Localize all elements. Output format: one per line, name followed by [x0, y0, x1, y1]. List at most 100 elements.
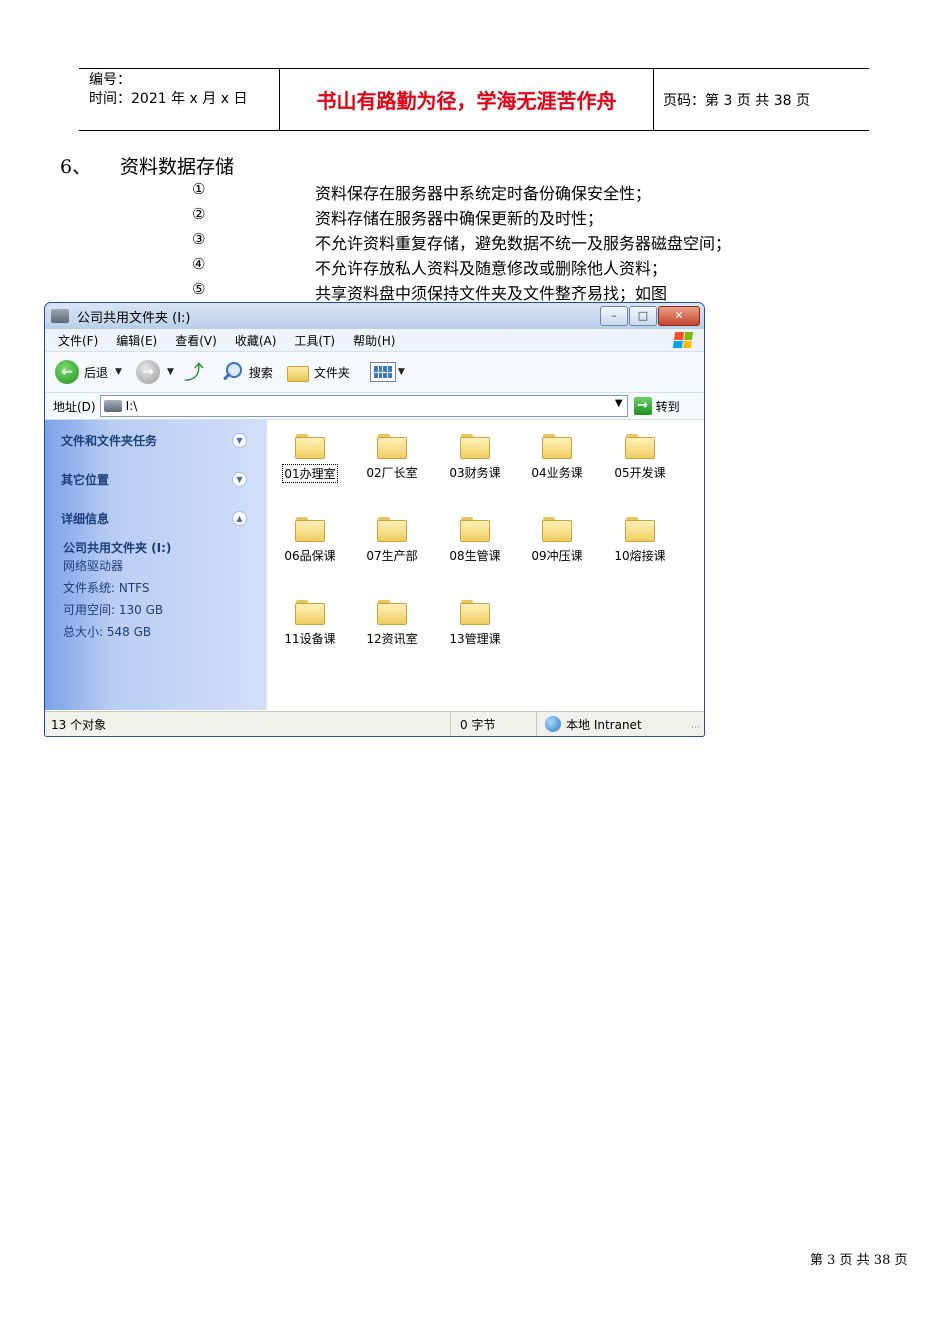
task-pane: 文件和文件夹任务 ▼ 其它位置 ▼ 详细信息 ▲ 公司共用文件夹 (I:) 网络… [45, 420, 267, 710]
folder-icon [542, 432, 572, 459]
folder-icon [377, 515, 407, 542]
list-text: 不允许资料重复存储，避免数据不统一及服务器磁盘空间； [315, 234, 732, 253]
folder-label: 06品保课 [284, 549, 336, 563]
folder-item[interactable]: 04业务课 [519, 422, 595, 496]
folder-item[interactable]: 01办理室 [272, 422, 348, 496]
chevron-down-icon[interactable]: ▼ [115, 367, 122, 377]
section-title: 资料数据存储 [120, 156, 235, 178]
forward-button[interactable]: → ▼ [135, 360, 174, 384]
folder-item[interactable]: 08生管课 [437, 505, 513, 579]
details-free-space: 可用空间: 130 GB [63, 603, 164, 617]
address-input[interactable]: I:\ ▼ [99, 395, 628, 417]
up-arrow-icon: ⤴ [183, 360, 204, 384]
chevron-down-icon[interactable]: ▼ [232, 433, 247, 448]
forward-arrow-icon: → [135, 360, 160, 384]
folder-item[interactable]: 06品保课 [272, 505, 348, 579]
list-text: 不允许存放私人资料及随意修改或删除他人资料； [315, 259, 668, 278]
window-titlebar[interactable]: 公司共用文件夹 (I:) – □ ✕ [45, 303, 704, 329]
folder-item[interactable]: 03财务课 [437, 422, 513, 496]
folders-icon [285, 362, 309, 382]
details-filesystem: 文件系统: NTFS [63, 581, 150, 595]
globe-icon [545, 716, 561, 732]
status-size: 0 字节 [451, 712, 537, 736]
chevron-down-icon[interactable]: ▼ [615, 398, 623, 409]
address-value: I:\ [125, 399, 138, 413]
chevron-up-icon[interactable]: ▲ [232, 511, 247, 526]
chevron-down-icon[interactable]: ▼ [398, 367, 405, 377]
folder-icon [460, 598, 490, 625]
list-marker: ④ [192, 255, 206, 273]
rule-list: ① 资料保存在服务器中系统定时备份确保安全性； ② 资料存储在服务器中确保更新的及时… [0, 178, 950, 303]
close-button[interactable]: ✕ [658, 306, 700, 326]
folders-button[interactable]: 文件夹 [285, 362, 350, 382]
list-marker: ⑤ [192, 280, 206, 298]
chevron-down-icon[interactable]: ▼ [232, 472, 247, 487]
folder-item[interactable]: 05开发课 [602, 422, 678, 496]
status-zone: 本地 Intranet [537, 712, 642, 736]
header-page-code: 页码：第 3 页 共 38 页 [663, 92, 810, 109]
folder-icon [625, 515, 655, 542]
list-text: 共享资料盘中须保持文件夹及文件整齐易找；如图 [315, 284, 668, 303]
menu-help[interactable]: 帮助(H) [353, 332, 395, 349]
list-item: ① 资料保存在服务器中系统定时备份确保安全性； [0, 178, 950, 203]
folder-icon [460, 515, 490, 542]
up-folder-button[interactable]: ⤴ [184, 360, 206, 384]
explorer-window: 公司共用文件夹 (I:) – □ ✕ 文件(F) 编辑(E) 查看(V) 收藏(… [44, 302, 705, 737]
minimize-button[interactable]: – [600, 306, 628, 326]
menu-bar: 文件(F) 编辑(E) 查看(V) 收藏(A) 工具(T) 帮助(H) [45, 329, 704, 352]
window-title: 公司共用文件夹 (I:) [77, 310, 191, 326]
pane-section-title: 其它位置 [61, 473, 110, 487]
folder-item[interactable]: 12资讯室 [354, 588, 430, 662]
resize-grip-icon[interactable]: ⋯ [691, 723, 700, 733]
list-marker: ② [192, 205, 206, 223]
window-controls: – □ ✕ [600, 306, 700, 326]
address-label: 地址(D) [53, 399, 96, 414]
folder-icon [377, 432, 407, 459]
pane-section-file-tasks[interactable]: 文件和文件夹任务 ▼ [45, 420, 267, 459]
list-text: 资料存储在服务器中确保更新的及时性； [315, 209, 604, 228]
go-label: 转到 [655, 399, 680, 414]
menu-edit[interactable]: 编辑(E) [116, 332, 157, 349]
window-content: 文件和文件夹任务 ▼ 其它位置 ▼ 详细信息 ▲ 公司共用文件夹 (I:) 网络… [45, 420, 704, 710]
pane-section-other-places[interactable]: 其它位置 ▼ [45, 459, 267, 498]
folder-label: 08生管课 [449, 549, 501, 563]
folder-item[interactable]: 07生产部 [354, 505, 430, 579]
page-footer: 第 3 页 共 38 页 [810, 1253, 908, 1268]
details-total-size: 总大小: 548 GB [63, 625, 152, 639]
folder-label: 01办理室 [282, 464, 338, 483]
folder-item[interactable]: 10熔接课 [602, 505, 678, 579]
folder-label: 12资讯室 [366, 632, 418, 646]
back-arrow-icon: ← [55, 360, 79, 384]
details-name: 公司共用文件夹 (I:) [63, 541, 172, 555]
chevron-down-icon[interactable]: ▼ [167, 367, 174, 377]
address-bar: 地址(D) I:\ ▼ → 转到 [45, 393, 704, 420]
file-area: 01办理室 02厂长室 03财务课 04业务课 05开发课 06品保课 07生产… [267, 420, 704, 710]
menu-file[interactable]: 文件(F) [58, 332, 98, 349]
folder-item[interactable]: 11设备课 [272, 588, 348, 662]
header-time-label: 时间：2021 年 x 月 x 日 [89, 91, 248, 107]
menu-tools[interactable]: 工具(T) [294, 332, 335, 349]
views-icon [369, 362, 396, 382]
folder-label: 09冲压课 [531, 549, 583, 563]
folder-label: 02厂长室 [366, 466, 418, 480]
section-number: 6、 [60, 156, 92, 178]
menu-favorites[interactable]: 收藏(A) [235, 332, 277, 349]
document-header: 编号： 时间：2021 年 x 月 x 日 书山有路勤为径，学海无涯苦作舟 页码… [79, 68, 869, 131]
folder-item[interactable]: 09冲压课 [519, 505, 595, 579]
folder-item[interactable]: 02厂长室 [354, 422, 430, 496]
back-button[interactable]: ← 后退 ▼ [55, 360, 122, 384]
folder-icon [295, 598, 325, 625]
folder-label: 04业务课 [531, 466, 583, 480]
status-bar: 13 个对象 0 字节 本地 Intranet ⋯ [45, 711, 704, 736]
header-meta: 编号： 时间：2021 年 x 月 x 日 [79, 69, 280, 130]
go-button[interactable]: → 转到 [633, 397, 680, 415]
maximize-button[interactable]: □ [629, 306, 657, 326]
pane-section-details[interactable]: 详细信息 ▲ [45, 498, 267, 537]
folder-item[interactable]: 13管理课 [437, 588, 513, 662]
folder-icon [377, 598, 407, 625]
search-button[interactable]: 搜索 [220, 360, 273, 384]
section-heading: 6、 资料数据存储 [60, 152, 234, 179]
menu-view[interactable]: 查看(V) [175, 332, 217, 349]
search-label: 搜索 [248, 365, 273, 380]
views-button[interactable]: ▼ [369, 362, 405, 382]
